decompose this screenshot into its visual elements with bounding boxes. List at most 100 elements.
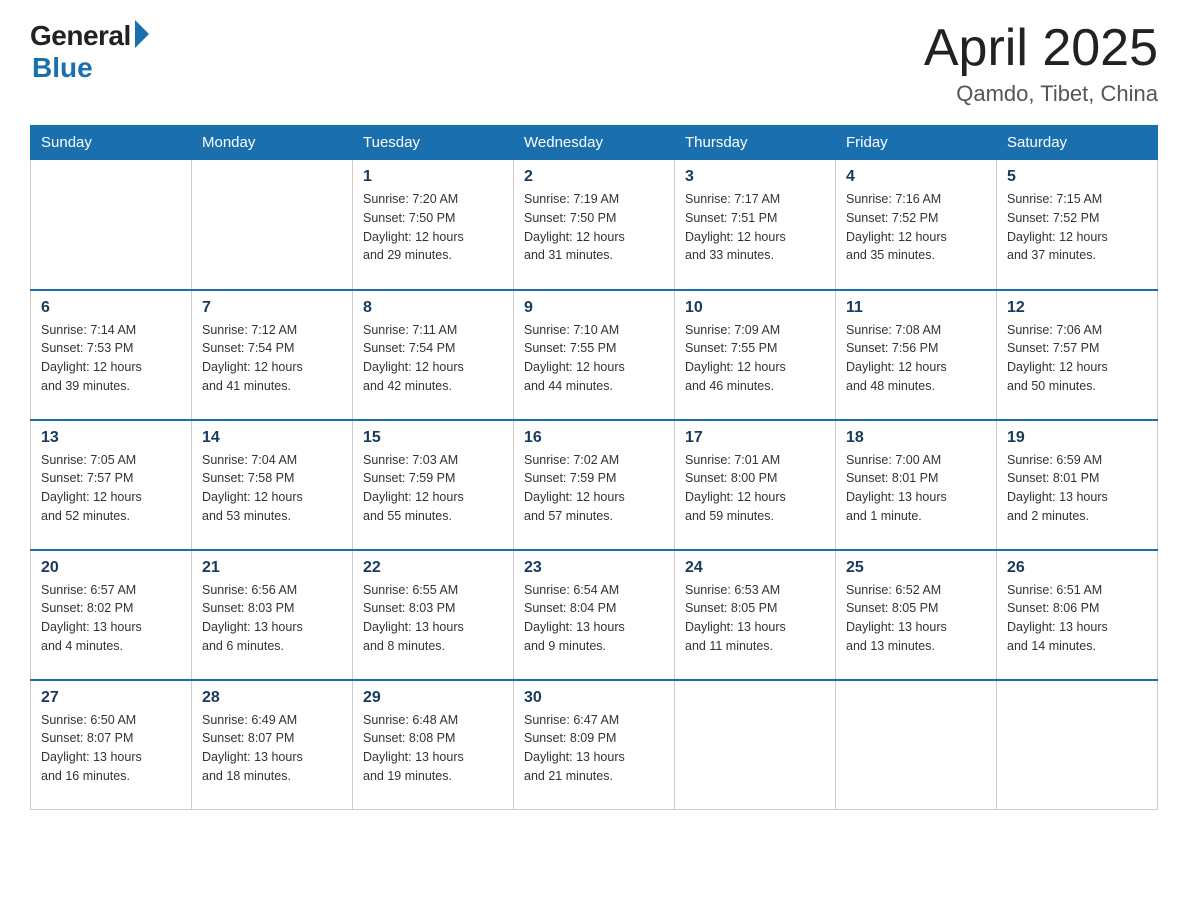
weekday-header-row: SundayMondayTuesdayWednesdayThursdayFrid… [31, 126, 1158, 160]
day-number: 4 [846, 168, 986, 186]
day-info: Sunrise: 6:48 AMSunset: 8:08 PMDaylight:… [363, 711, 503, 786]
day-number: 7 [202, 299, 342, 317]
day-info: Sunrise: 7:00 AMSunset: 8:01 PMDaylight:… [846, 451, 986, 526]
day-info: Sunrise: 6:50 AMSunset: 8:07 PMDaylight:… [41, 711, 181, 786]
location-subtitle: Qamdo, Tibet, China [924, 81, 1158, 107]
weekday-header-tuesday: Tuesday [353, 126, 514, 160]
calendar-body: 1 Sunrise: 7:20 AMSunset: 7:50 PMDaylight… [31, 160, 1158, 810]
calendar-cell: 14 Sunrise: 7:04 AMSunset: 7:58 PMDayligh… [192, 420, 353, 550]
day-info: Sunrise: 6:57 AMSunset: 8:02 PMDaylight:… [41, 581, 181, 656]
day-number: 10 [685, 299, 825, 317]
calendar-cell: 25 Sunrise: 6:52 AMSunset: 8:05 PMDayligh… [836, 550, 997, 680]
day-number: 6 [41, 299, 181, 317]
day-info: Sunrise: 6:53 AMSunset: 8:05 PMDaylight:… [685, 581, 825, 656]
calendar-week-row: 6Sunrise: 7:14 AMSunset: 7:53 PMDaylight… [31, 290, 1158, 420]
calendar-cell [836, 680, 997, 810]
day-info: Sunrise: 7:06 AMSunset: 7:57 PMDaylight:… [1007, 321, 1147, 396]
calendar-week-row: 20 Sunrise: 6:57 AMSunset: 8:02 PMDayligh… [31, 550, 1158, 680]
day-info: Sunrise: 7:17 AMSunset: 7:51 PMDaylight:… [685, 190, 825, 265]
day-number: 14 [202, 429, 342, 447]
day-info: Sunrise: 6:49 AMSunset: 8:07 PMDaylight:… [202, 711, 342, 786]
day-number: 8 [363, 299, 503, 317]
day-info: Sunrise: 7:08 AMSunset: 7:56 PMDaylight:… [846, 321, 986, 396]
day-number: 23 [524, 559, 664, 577]
day-info: Sunrise: 6:52 AMSunset: 8:05 PMDaylight:… [846, 581, 986, 656]
day-number: 9 [524, 299, 664, 317]
calendar-cell: 27Sunrise: 6:50 AMSunset: 8:07 PMDayligh… [31, 680, 192, 810]
calendar-cell: 2 Sunrise: 7:19 AMSunset: 7:50 PMDaylight… [514, 160, 675, 290]
logo-blue-text: Blue [32, 52, 93, 84]
calendar-header: SundayMondayTuesdayWednesdayThursdayFrid… [31, 126, 1158, 160]
calendar-cell: 18 Sunrise: 7:00 AMSunset: 8:01 PMDayligh… [836, 420, 997, 550]
calendar-cell: 22 Sunrise: 6:55 AMSunset: 8:03 PMDayligh… [353, 550, 514, 680]
calendar-cell: 17 Sunrise: 7:01 AMSunset: 8:00 PMDayligh… [675, 420, 836, 550]
calendar-cell: 12 Sunrise: 7:06 AMSunset: 7:57 PMDayligh… [997, 290, 1158, 420]
day-number: 24 [685, 559, 825, 577]
day-number: 25 [846, 559, 986, 577]
day-info: Sunrise: 7:09 AMSunset: 7:55 PMDaylight:… [685, 321, 825, 396]
day-number: 28 [202, 689, 342, 707]
weekday-header-monday: Monday [192, 126, 353, 160]
day-number: 20 [41, 559, 181, 577]
calendar-cell: 5 Sunrise: 7:15 AMSunset: 7:52 PMDaylight… [997, 160, 1158, 290]
day-number: 30 [524, 689, 664, 707]
title-block: April 2025 Qamdo, Tibet, China [924, 20, 1158, 107]
day-number: 19 [1007, 429, 1147, 447]
calendar-cell [675, 680, 836, 810]
day-number: 2 [524, 168, 664, 186]
day-info: Sunrise: 6:47 AMSunset: 8:09 PMDaylight:… [524, 711, 664, 786]
day-number: 3 [685, 168, 825, 186]
day-number: 13 [41, 429, 181, 447]
weekday-header-friday: Friday [836, 126, 997, 160]
day-number: 16 [524, 429, 664, 447]
day-info: Sunrise: 7:10 AMSunset: 7:55 PMDaylight:… [524, 321, 664, 396]
day-info: Sunrise: 7:20 AMSunset: 7:50 PMDaylight:… [363, 190, 503, 265]
logo: General Blue [30, 20, 149, 84]
page-header: General Blue April 2025 Qamdo, Tibet, Ch… [30, 20, 1158, 107]
calendar-cell: 11 Sunrise: 7:08 AMSunset: 7:56 PMDayligh… [836, 290, 997, 420]
day-info: Sunrise: 7:12 AMSunset: 7:54 PMDaylight:… [202, 321, 342, 396]
day-info: Sunrise: 7:03 AMSunset: 7:59 PMDaylight:… [363, 451, 503, 526]
calendar-cell: 6Sunrise: 7:14 AMSunset: 7:53 PMDaylight… [31, 290, 192, 420]
calendar-cell: 16 Sunrise: 7:02 AMSunset: 7:59 PMDayligh… [514, 420, 675, 550]
day-number: 18 [846, 429, 986, 447]
calendar-cell: 24 Sunrise: 6:53 AMSunset: 8:05 PMDayligh… [675, 550, 836, 680]
calendar-cell: 28 Sunrise: 6:49 AMSunset: 8:07 PMDayligh… [192, 680, 353, 810]
calendar-cell: 20 Sunrise: 6:57 AMSunset: 8:02 PMDayligh… [31, 550, 192, 680]
calendar-table: SundayMondayTuesdayWednesdayThursdayFrid… [30, 125, 1158, 810]
day-info: Sunrise: 7:11 AMSunset: 7:54 PMDaylight:… [363, 321, 503, 396]
day-info: Sunrise: 6:55 AMSunset: 8:03 PMDaylight:… [363, 581, 503, 656]
calendar-cell [192, 160, 353, 290]
day-number: 5 [1007, 168, 1147, 186]
day-number: 21 [202, 559, 342, 577]
day-number: 26 [1007, 559, 1147, 577]
calendar-cell: 19 Sunrise: 6:59 AMSunset: 8:01 PMDayligh… [997, 420, 1158, 550]
calendar-cell: 29 Sunrise: 6:48 AMSunset: 8:08 PMDayligh… [353, 680, 514, 810]
calendar-cell: 4Sunrise: 7:16 AMSunset: 7:52 PMDaylight… [836, 160, 997, 290]
day-number: 12 [1007, 299, 1147, 317]
calendar-cell [997, 680, 1158, 810]
calendar-cell: 7 Sunrise: 7:12 AMSunset: 7:54 PMDaylight… [192, 290, 353, 420]
calendar-cell [31, 160, 192, 290]
day-number: 29 [363, 689, 503, 707]
day-number: 1 [363, 168, 503, 186]
day-info: Sunrise: 6:56 AMSunset: 8:03 PMDaylight:… [202, 581, 342, 656]
day-info: Sunrise: 7:04 AMSunset: 7:58 PMDaylight:… [202, 451, 342, 526]
day-info: Sunrise: 7:02 AMSunset: 7:59 PMDaylight:… [524, 451, 664, 526]
day-number: 17 [685, 429, 825, 447]
day-number: 22 [363, 559, 503, 577]
calendar-cell: 9 Sunrise: 7:10 AMSunset: 7:55 PMDaylight… [514, 290, 675, 420]
day-number: 15 [363, 429, 503, 447]
day-number: 11 [846, 299, 986, 317]
calendar-cell: 23Sunrise: 6:54 AMSunset: 8:04 PMDayligh… [514, 550, 675, 680]
day-info: Sunrise: 7:01 AMSunset: 8:00 PMDaylight:… [685, 451, 825, 526]
calendar-week-row: 27Sunrise: 6:50 AMSunset: 8:07 PMDayligh… [31, 680, 1158, 810]
weekday-header-saturday: Saturday [997, 126, 1158, 160]
day-info: Sunrise: 6:59 AMSunset: 8:01 PMDaylight:… [1007, 451, 1147, 526]
calendar-cell: 10 Sunrise: 7:09 AMSunset: 7:55 PMDayligh… [675, 290, 836, 420]
logo-triangle-icon [135, 20, 149, 48]
day-info: Sunrise: 7:19 AMSunset: 7:50 PMDaylight:… [524, 190, 664, 265]
calendar-cell: 8 Sunrise: 7:11 AMSunset: 7:54 PMDaylight… [353, 290, 514, 420]
weekday-header-thursday: Thursday [675, 126, 836, 160]
day-info: Sunrise: 7:15 AMSunset: 7:52 PMDaylight:… [1007, 190, 1147, 265]
